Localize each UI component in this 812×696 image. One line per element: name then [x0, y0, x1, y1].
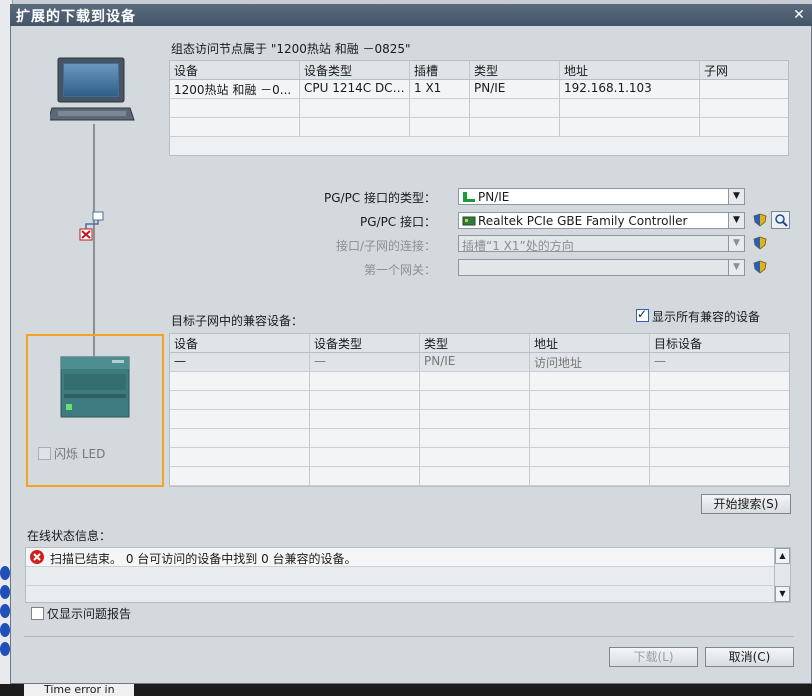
flash-led-checkbox[interactable] — [38, 447, 51, 460]
check-icon — [0, 642, 10, 656]
status-caption: 在线状态信息： — [27, 529, 112, 543]
status-message-row[interactable]: 扫描已结束。 0 台可访问的设备中找到 0 台兼容的设备。 — [26, 548, 775, 567]
shield-icon[interactable] — [753, 213, 767, 227]
taskbar-item[interactable]: Time error in — [24, 684, 134, 696]
start-search-button[interactable]: 开始搜索(S) — [701, 494, 791, 514]
col-address[interactable]: 地址 — [560, 61, 700, 79]
pn-ie-icon — [463, 192, 475, 202]
table-row[interactable]: 1200热站 和融 －0... CPU 1214C DC/D... 1 X1 P… — [170, 80, 788, 99]
network-connector-icon — [79, 211, 104, 241]
chevron-down-icon: ▼ — [728, 236, 744, 251]
chevron-down-icon[interactable]: ▼ — [728, 189, 744, 204]
table-row-empty — [170, 410, 789, 429]
scroll-down-icon[interactable]: ▼ — [775, 586, 790, 602]
check-icon — [0, 585, 10, 599]
connection-select: 插槽“1 X1”处的方向 ▼ — [458, 235, 745, 253]
plc-device-icon — [60, 356, 130, 418]
info-icon — [0, 623, 10, 637]
show-all-compatible-checkbox[interactable] — [636, 307, 649, 322]
config-caption: 组态访问节点属于 "1200热站 和融 －0825" — [171, 42, 411, 56]
dialog-title: 扩展的下载到设备 — [16, 9, 136, 25]
compatible-devices-table: 设备 设备类型 类型 地址 目标设备 — — PN/IE 访问地址 — — [169, 333, 790, 487]
shield-icon[interactable] — [753, 260, 767, 274]
divider — [24, 636, 794, 637]
table-row-empty — [170, 448, 789, 467]
col-type[interactable]: 类型 — [420, 334, 530, 352]
table-row-empty — [170, 429, 789, 448]
dialog-titlebar[interactable]: 扩展的下载到设备 ✕ — [10, 4, 812, 26]
col-device[interactable]: 设备 — [170, 61, 300, 79]
chevron-down-icon: ▼ — [728, 260, 744, 275]
pgpc-interface-label: PG/PC 接口： — [359, 215, 436, 229]
gateway-label: 第一个网关： — [363, 263, 436, 277]
shield-icon[interactable] — [753, 236, 767, 250]
status-message-list: 扫描已结束。 0 台可访问的设备中找到 0 台兼容的设备。 ▲ ▼ — [25, 547, 791, 603]
gateway-select: ▼ — [458, 259, 745, 276]
table-row-empty — [170, 99, 788, 118]
pg-pc-laptop-icon — [50, 57, 135, 121]
table-row[interactable]: — — PN/IE 访问地址 — — [170, 353, 789, 372]
status-scrollbar[interactable]: ▲ ▼ — [774, 548, 790, 602]
table-row-empty — [170, 372, 789, 391]
connection-label: 接口/子网的连接： — [335, 239, 436, 253]
show-all-compatible-label: 显示所有兼容的设备 — [652, 310, 761, 324]
configured-nodes-table: 设备 设备类型 插槽 类型 地址 子网 1200热站 和融 －0... CPU … — [169, 60, 789, 156]
cancel-button[interactable]: 取消(C) — [705, 647, 794, 667]
col-device[interactable]: 设备 — [170, 334, 310, 352]
table-row-empty — [170, 467, 789, 486]
only-problems-label: 仅显示问题报告 — [47, 607, 132, 621]
table-row-empty — [170, 391, 789, 410]
flash-led-label: 闪烁 LED — [54, 447, 106, 461]
only-problems-checkbox[interactable] — [31, 607, 44, 620]
scroll-up-icon[interactable]: ▲ — [775, 548, 790, 564]
col-slot[interactable]: 插槽 — [410, 61, 470, 79]
magnifier-icon — [775, 214, 788, 227]
network-card-icon — [462, 216, 476, 226]
col-address[interactable]: 地址 — [530, 334, 650, 352]
info-icon — [0, 604, 10, 618]
info-icon — [0, 566, 10, 580]
col-subnet[interactable]: 子网 — [700, 61, 788, 79]
col-type[interactable]: 类型 — [470, 61, 560, 79]
error-icon — [30, 550, 44, 564]
table-row-empty — [170, 118, 788, 137]
diagnostics-button[interactable] — [771, 211, 790, 229]
download-button[interactable]: 下载(L) — [609, 647, 698, 667]
col-device-type[interactable]: 设备类型 — [300, 61, 410, 79]
target-caption: 目标子网中的兼容设备： — [171, 314, 304, 328]
col-target-device[interactable]: 目标设备 — [650, 334, 789, 352]
col-device-type[interactable]: 设备类型 — [310, 334, 420, 352]
close-icon[interactable]: ✕ — [790, 6, 808, 24]
chevron-down-icon[interactable]: ▼ — [728, 213, 744, 228]
taskbar-item-label: Time error in — [44, 684, 115, 696]
pgpc-type-label: PG/PC 接口的类型： — [323, 191, 436, 205]
status-message-text: 扫描已结束。 0 台可访问的设备中找到 0 台兼容的设备。 — [50, 552, 357, 566]
pgpc-type-select[interactable]: PN/IE ▼ — [458, 188, 745, 205]
pgpc-interface-select[interactable]: Realtek PCIe GBE Family Controller ▼ — [458, 212, 745, 229]
